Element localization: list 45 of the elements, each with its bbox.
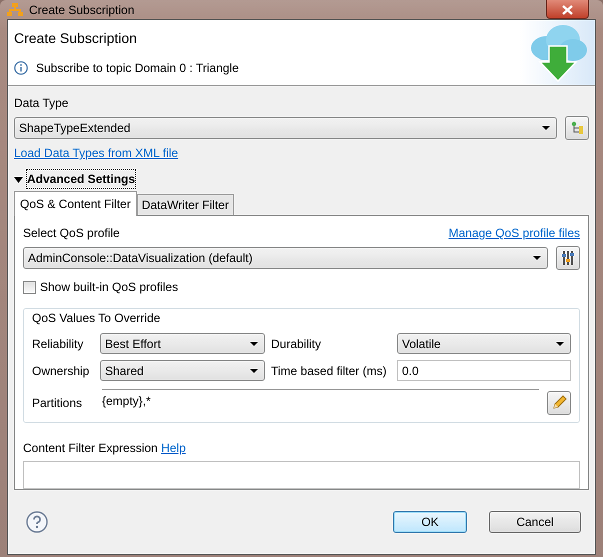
data-type-combo[interactable]: ShapeTypeExtended (14, 117, 557, 139)
info-message: Subscribe to topic Domain 0 : Triangle (36, 60, 239, 77)
dialog-title: Create Subscription (14, 29, 138, 48)
caret-icon (533, 256, 541, 260)
select-field[interactable]: Volatile (397, 333, 571, 354)
section-title: Advanced Settings (27, 170, 136, 188)
field-label: Durability (271, 336, 322, 352)
field-label: Partitions (32, 394, 84, 412)
field-label: Reliability (32, 336, 84, 352)
caret-icon (250, 342, 258, 346)
partitions-field: {empty},* (102, 389, 539, 416)
tree-icon (570, 121, 584, 135)
caret-icon (250, 368, 258, 372)
type-tree-button[interactable] (565, 116, 589, 140)
field-label: Data Type (14, 95, 70, 112)
field-label: Select QoS profile (23, 225, 120, 242)
qos-profile-combo[interactable]: AdminConsole::DataVisualization (default) (23, 247, 548, 269)
field-label: Content Filter Expression (23, 441, 159, 455)
help-link[interactable]: Help (161, 441, 186, 455)
help-icon[interactable] (26, 511, 48, 533)
close-button[interactable] (546, 0, 589, 19)
field-label: Ownership (32, 362, 90, 380)
filter-expression-field[interactable] (23, 461, 580, 489)
close-icon (562, 4, 573, 15)
tab[interactable]: DataWriter Filter (136, 194, 234, 215)
window-title: Create Subscription (29, 2, 134, 18)
checkbox-label: Show built-in QoS profiles (40, 279, 178, 296)
caret-icon (556, 342, 564, 346)
manage-profiles-link[interactable]: Manage QoS profile files (448, 224, 580, 242)
select-field[interactable]: Shared (100, 360, 265, 381)
sliders-icon (560, 250, 576, 266)
dialog-button[interactable]: Cancel (489, 511, 581, 533)
checkbox[interactable] (23, 280, 36, 294)
edit-button[interactable] (547, 390, 571, 414)
text-field[interactable]: 0.0 (397, 360, 571, 381)
pencil-icon (551, 394, 567, 410)
profile-settings-button[interactable] (556, 246, 580, 270)
select-field[interactable]: Best Effort (100, 333, 265, 354)
app-icon (7, 2, 23, 16)
field-label: Time based filter (ms) (271, 362, 388, 380)
dialog-button[interactable]: OK (393, 511, 467, 533)
caret-icon (542, 126, 550, 130)
tab[interactable]: QoS & Content Filter (14, 191, 137, 216)
info-icon (14, 61, 28, 75)
load-types-link[interactable]: Load Data Types from XML file (14, 146, 178, 160)
